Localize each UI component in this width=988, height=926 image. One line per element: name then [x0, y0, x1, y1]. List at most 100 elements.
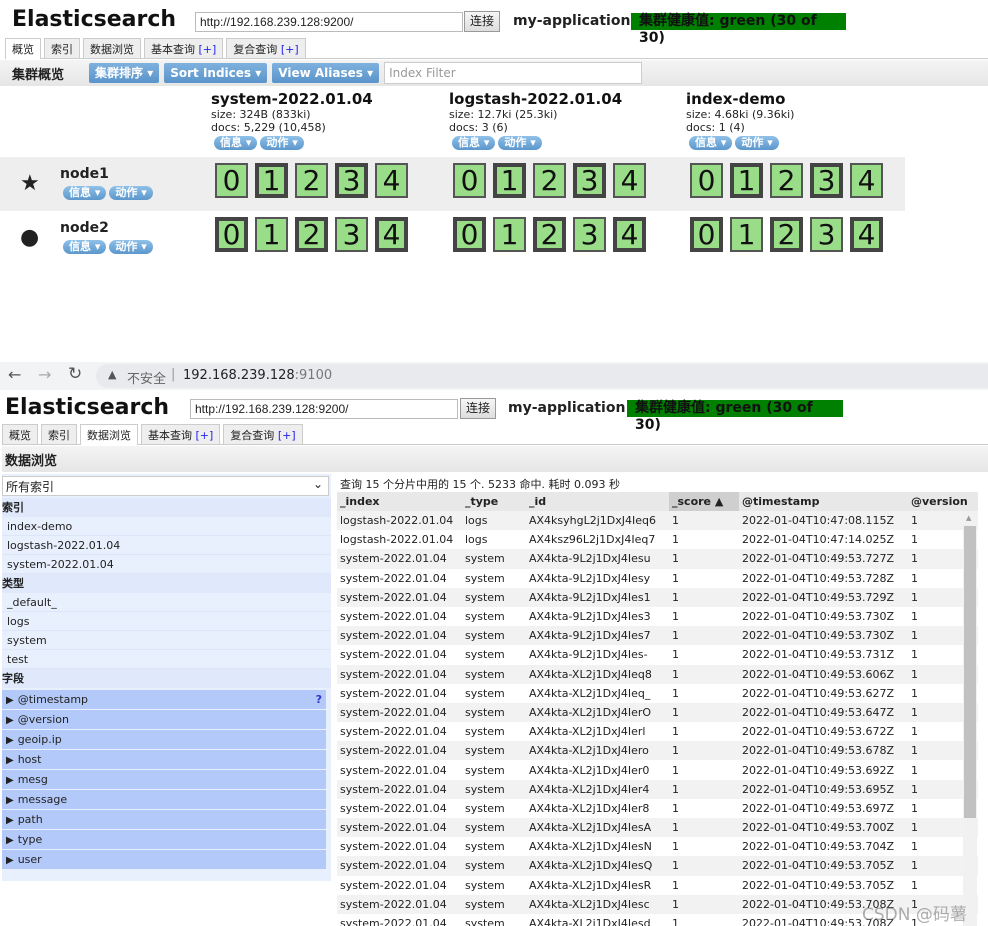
- shard-4[interactable]: 4: [375, 217, 408, 252]
- shard-4[interactable]: 4: [613, 163, 646, 198]
- shard-2[interactable]: 2: [770, 163, 803, 198]
- shard-3[interactable]: 3: [335, 217, 368, 252]
- shard-1[interactable]: 1: [493, 163, 526, 198]
- table-row[interactable]: system-2022.01.04 system AX4kta-9L2j1DxJ4I…: [337, 607, 978, 626]
- connect-button[interactable]: 连接: [460, 398, 497, 419]
- forward-icon[interactable]: →: [38, 365, 51, 384]
- table-row[interactable]: system-2022.01.04 system AX4kta-XL2j1DxJ4I…: [337, 876, 978, 895]
- address-bar[interactable]: ▲ 不安全 | 192.168.239.128:9100: [96, 364, 988, 388]
- expand-triangle-icon[interactable]: ▶: [6, 695, 14, 706]
- expand-triangle-icon[interactable]: ▶: [6, 835, 14, 846]
- field-item[interactable]: ▶ type: [2, 830, 326, 849]
- shard-0[interactable]: 0: [215, 163, 248, 198]
- index-filter-input[interactable]: Index Filter: [384, 62, 643, 84]
- field-item[interactable]: ▶ host: [2, 750, 326, 769]
- index-info-button[interactable]: 信息 ▾: [214, 136, 258, 150]
- table-row[interactable]: logstash-2022.01.04 logs AX4ksyhgL2j1DxJ4I…: [337, 511, 978, 531]
- connect-button[interactable]: 连接: [464, 11, 501, 32]
- shard-1[interactable]: 1: [730, 163, 763, 198]
- table-row[interactable]: system-2022.01.04 system AX4kta-9L2j1DxJ4I…: [337, 626, 978, 646]
- expand-triangle-icon[interactable]: ▶: [6, 815, 14, 826]
- field-item[interactable]: ▶ @timestamp?: [2, 690, 326, 709]
- table-row[interactable]: system-2022.01.04 system AX4kta-XL2j1DxJ4I…: [337, 741, 978, 761]
- shard-2[interactable]: 2: [533, 217, 566, 252]
- expand-triangle-icon[interactable]: ▶: [6, 755, 14, 766]
- tab-indices[interactable]: 索引: [44, 38, 80, 58]
- view-aliases-button[interactable]: View Aliases ▾: [272, 63, 380, 83]
- shard-0[interactable]: 0: [215, 217, 248, 252]
- table-row[interactable]: system-2022.01.04 system AX4kta-XL2j1DxJ4I…: [337, 702, 978, 723]
- field-item[interactable]: ▶ @version: [2, 710, 326, 729]
- column-header[interactable]: @timestamp: [739, 492, 908, 511]
- shard-2[interactable]: 2: [295, 163, 328, 198]
- table-row[interactable]: system-2022.01.04 system AX4kta-XL2j1DxJ4I…: [337, 799, 978, 818]
- tab-browser[interactable]: 数据浏览: [80, 424, 138, 445]
- shard-0[interactable]: 0: [690, 217, 723, 252]
- shard-2[interactable]: 2: [533, 163, 566, 198]
- table-row[interactable]: system-2022.01.04 system AX4kta-XL2j1DxJ4I…: [337, 722, 978, 741]
- tab-indices[interactable]: 索引: [41, 424, 77, 444]
- column-header[interactable]: _id: [526, 492, 669, 511]
- field-item[interactable]: ▶ geoip.ip: [2, 730, 326, 749]
- table-row[interactable]: system-2022.01.04 system AX4kta-9L2j1DxJ4I…: [337, 587, 978, 607]
- index-action-button[interactable]: 动作 ▾: [498, 136, 542, 150]
- table-row[interactable]: system-2022.01.04 system AX4kta-XL2j1DxJ4I…: [337, 856, 978, 876]
- tab-compound-query[interactable]: 复合查询 [+]: [226, 38, 306, 58]
- shard-4[interactable]: 4: [375, 163, 408, 198]
- index-action-button[interactable]: 动作 ▾: [260, 136, 304, 150]
- help-icon[interactable]: ?: [316, 690, 322, 709]
- reload-icon[interactable]: ↻: [68, 364, 82, 384]
- column-header[interactable]: _index: [337, 492, 462, 511]
- sort-indices-button[interactable]: Sort Indices ▾: [164, 63, 268, 83]
- cluster-url-input[interactable]: http://192.168.239.128:9200/: [190, 399, 458, 419]
- tab-basic-query[interactable]: 基本查询 [+]: [144, 38, 224, 58]
- expand-triangle-icon[interactable]: ▶: [6, 775, 14, 786]
- list-item[interactable]: system-2022.01.04: [2, 555, 331, 574]
- shard-2[interactable]: 2: [770, 217, 803, 252]
- scrollbar-thumb[interactable]: [964, 526, 976, 818]
- list-item[interactable]: logs: [2, 612, 331, 631]
- shard-3[interactable]: 3: [573, 163, 606, 198]
- shard-1[interactable]: 1: [730, 217, 763, 252]
- table-row[interactable]: system-2022.01.04 system AX4kta-9L2j1DxJ4I…: [337, 549, 978, 569]
- node-action-button[interactable]: 动作 ▾: [109, 240, 153, 254]
- shard-3[interactable]: 3: [335, 163, 368, 198]
- tab-overview[interactable]: 概览: [5, 38, 41, 59]
- shard-1[interactable]: 1: [255, 163, 288, 198]
- field-item[interactable]: ▶ user: [2, 850, 326, 869]
- shard-0[interactable]: 0: [690, 163, 723, 198]
- table-row[interactable]: system-2022.01.04 system AX4kta-XL2j1DxJ4I…: [337, 664, 978, 684]
- shard-3[interactable]: 3: [810, 163, 843, 198]
- field-item[interactable]: ▶ message: [2, 790, 326, 809]
- list-item[interactable]: logstash-2022.01.04: [2, 536, 331, 555]
- column-header[interactable]: _type: [462, 492, 526, 511]
- table-row[interactable]: system-2022.01.04 system AX4kta-9L2j1DxJ4I…: [337, 569, 978, 588]
- table-row[interactable]: system-2022.01.04 system AX4kta-9L2j1DxJ4I…: [337, 645, 978, 664]
- tab-overview[interactable]: 概览: [2, 424, 38, 444]
- list-item[interactable]: system: [2, 631, 331, 650]
- sort-cluster-button[interactable]: 集群排序 ▾: [89, 63, 160, 83]
- table-row[interactable]: system-2022.01.04 system AX4kta-XL2j1DxJ4I…: [337, 837, 978, 856]
- shard-3[interactable]: 3: [810, 217, 843, 252]
- index-info-button[interactable]: 信息 ▾: [689, 136, 733, 150]
- list-item[interactable]: _default_: [2, 593, 331, 612]
- table-row[interactable]: system-2022.01.04 system AX4kta-XL2j1DxJ4I…: [337, 818, 978, 838]
- shard-1[interactable]: 1: [255, 217, 288, 252]
- expand-triangle-icon[interactable]: ▶: [6, 795, 14, 806]
- list-item[interactable]: test: [2, 650, 331, 669]
- tab-compound-query[interactable]: 复合查询 [+]: [223, 424, 303, 444]
- column-header[interactable]: @version: [908, 492, 978, 511]
- shard-1[interactable]: 1: [493, 217, 526, 252]
- field-item[interactable]: ▶ mesg: [2, 770, 326, 789]
- shard-0[interactable]: 0: [453, 163, 486, 198]
- column-header[interactable]: _score ▲: [669, 492, 739, 511]
- index-select[interactable]: 所有索引 ⌄: [2, 476, 329, 496]
- index-info-button[interactable]: 信息 ▾: [452, 136, 496, 150]
- tab-browser[interactable]: 数据浏览: [83, 38, 141, 58]
- back-icon[interactable]: ←: [8, 365, 21, 384]
- shard-3[interactable]: 3: [573, 217, 606, 252]
- tab-basic-query[interactable]: 基本查询 [+]: [141, 424, 221, 444]
- cluster-url-input[interactable]: http://192.168.239.128:9200/: [195, 12, 463, 32]
- table-row[interactable]: logstash-2022.01.04 logs AX4ksz96L2j1DxJ4I…: [337, 530, 978, 549]
- node-info-button[interactable]: 信息 ▾: [63, 186, 107, 200]
